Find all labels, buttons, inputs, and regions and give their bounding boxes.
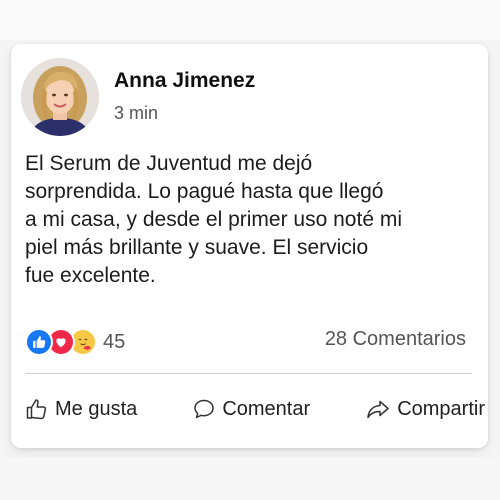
post-text-line: a mi casa, y desde el primer uso noté mi bbox=[25, 208, 402, 231]
comment-bubble-icon bbox=[194, 399, 215, 419]
like-icon bbox=[25, 328, 53, 356]
divider bbox=[25, 373, 472, 374]
like-button[interactable]: Me gusta bbox=[25, 397, 137, 421]
post-card: Anna Jimenez 3 min El Serum de Juventud … bbox=[11, 44, 488, 448]
avatar[interactable] bbox=[21, 58, 99, 136]
post-text-line: sorprendida. Lo pagué hasta que llegó bbox=[25, 180, 384, 203]
share-button-label: Compartir bbox=[397, 397, 485, 420]
reactions-summary[interactable]: 45 bbox=[25, 327, 125, 357]
reaction-count: 45 bbox=[103, 330, 126, 353]
share-arrow-icon bbox=[367, 400, 389, 419]
post-text-line: piel más brillante y suave. El servicio bbox=[25, 236, 369, 259]
like-button-label: Me gusta bbox=[55, 397, 138, 420]
post-text-line: El Serum de Juventud me dejó bbox=[25, 152, 313, 175]
top-background bbox=[0, 0, 500, 40]
thumbs-up-icon bbox=[26, 399, 47, 420]
post-text-line: fue excelente. bbox=[25, 264, 156, 287]
post-text: El Serum de Juventud me dejó sorprendida… bbox=[25, 150, 480, 290]
author-name[interactable]: Anna Jimenez bbox=[114, 69, 255, 93]
comment-button[interactable]: Comentar bbox=[192, 397, 310, 421]
share-button[interactable]: Compartir bbox=[365, 397, 485, 421]
action-bar: Me gusta Comentar Compartir bbox=[25, 394, 485, 424]
comments-count[interactable]: 28 Comentarios bbox=[325, 328, 466, 351]
avatar-photo bbox=[21, 58, 99, 136]
page: Anna Jimenez 3 min El Serum de Juventud … bbox=[0, 0, 500, 500]
bottom-background bbox=[0, 458, 500, 500]
post-timestamp[interactable]: 3 min bbox=[114, 103, 158, 124]
comment-button-label: Comentar bbox=[222, 397, 311, 420]
